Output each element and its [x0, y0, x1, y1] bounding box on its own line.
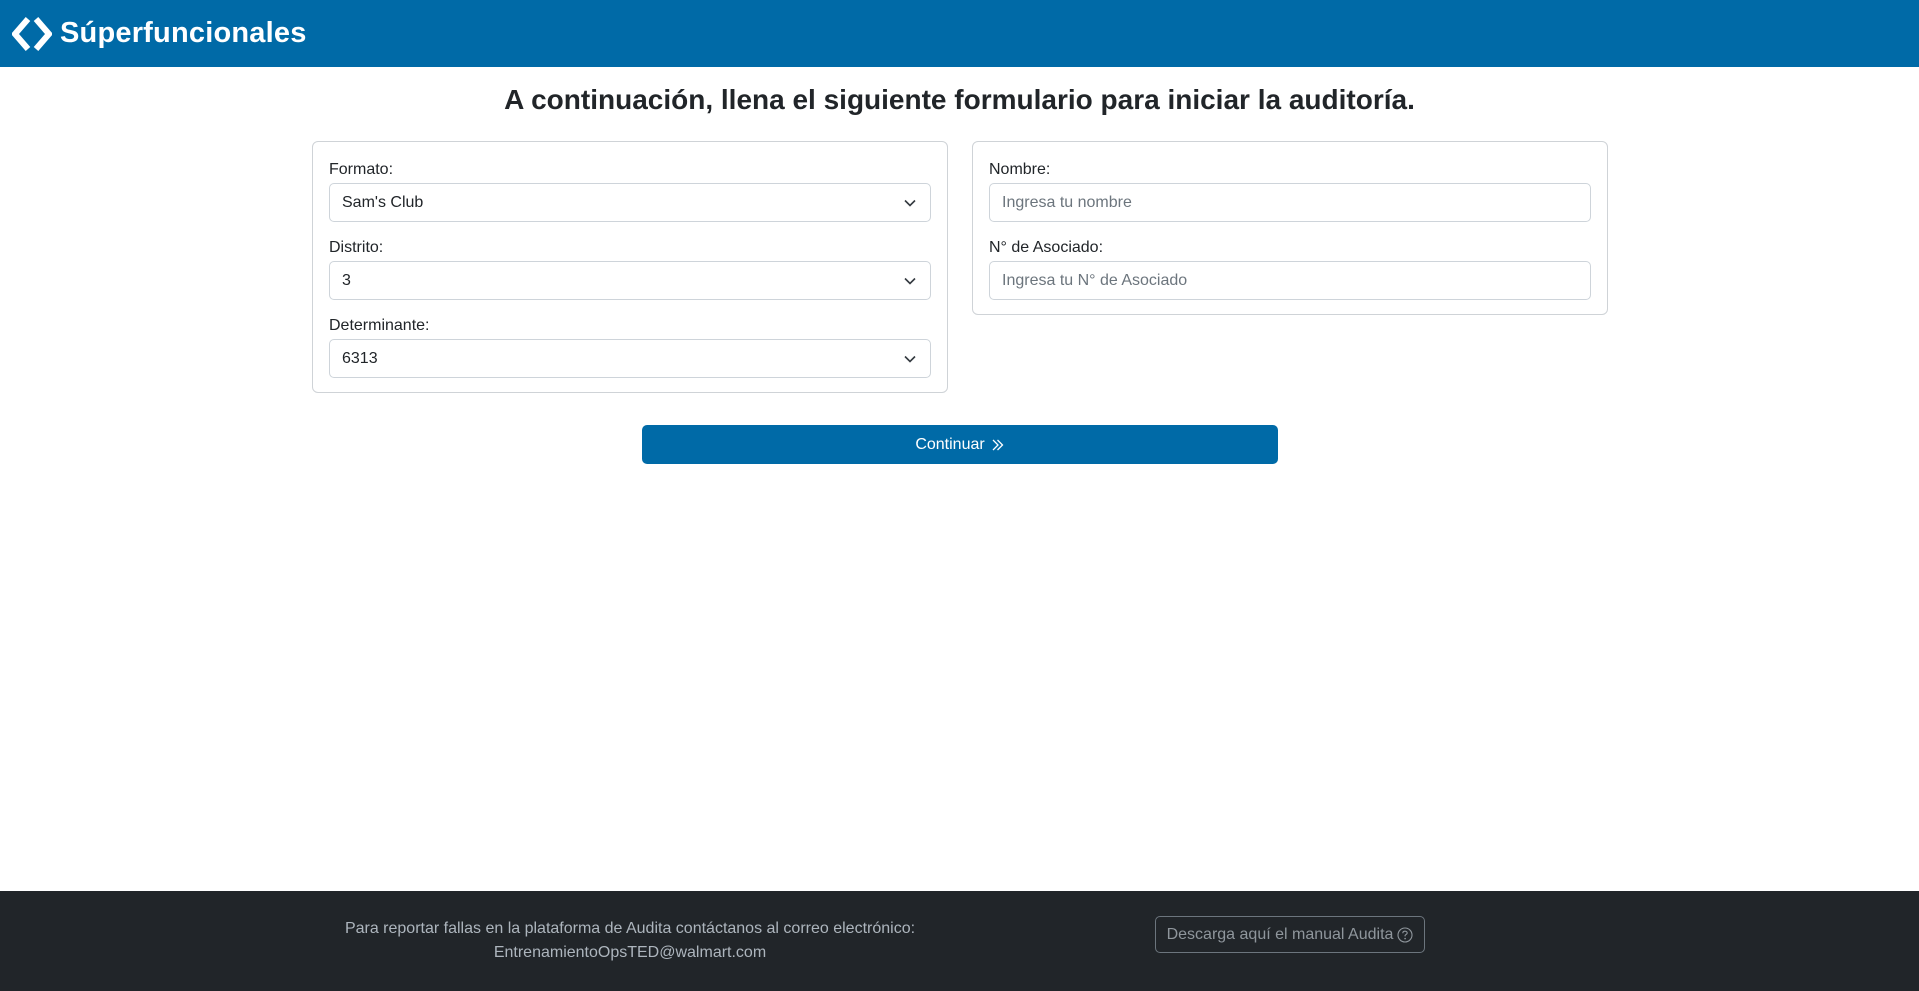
formato-select-value: Sam's Club: [342, 193, 424, 211]
store-info-card: Formato: Sam's Club Distrito: 3 Determin…: [312, 141, 948, 393]
determinante-select[interactable]: 6313: [329, 339, 931, 378]
associate-info-card: Nombre: Ingresa tu nombre N° de Asociado…: [972, 141, 1608, 315]
determinante-label: Determinante:: [329, 317, 430, 334]
top-navbar: Súperfuncionales: [0, 0, 1919, 67]
chevron-double-right-icon: [991, 438, 1005, 452]
formato-label: Formato:: [329, 161, 394, 178]
continue-button-label: Continuar: [915, 435, 985, 453]
nombre-input-placeholder: Ingresa tu nombre: [1002, 193, 1132, 211]
chevron-down-icon: [890, 184, 930, 221]
chevron-down-icon: [890, 262, 930, 299]
distrito-label: Distrito:: [329, 239, 384, 256]
distrito-select[interactable]: 3: [329, 261, 931, 300]
formato-select[interactable]: Sam's Club: [329, 183, 931, 222]
distrito-select-value: 3: [342, 271, 351, 289]
asociado-input-placeholder: Ingresa tu N° de Asociado: [1002, 271, 1188, 289]
chevron-down-icon: [890, 340, 930, 377]
footer-report-text: Para reportar fallas en la plataforma de…: [300, 917, 960, 965]
footer: Para reportar fallas en la plataforma de…: [0, 891, 1919, 991]
continue-button[interactable]: Continuar: [642, 425, 1278, 464]
brand[interactable]: Súperfuncionales: [12, 14, 307, 54]
asociado-input[interactable]: Ingresa tu N° de Asociado: [989, 261, 1591, 300]
nombre-label: Nombre:: [989, 161, 1051, 178]
determinante-select-value: 6313: [342, 349, 378, 367]
footer-report-message: Para reportar fallas en la plataforma de…: [344, 920, 916, 937]
asociado-label: N° de Asociado:: [989, 239, 1104, 256]
download-manual-button[interactable]: Descarga aquí el manual Audita: [1155, 916, 1425, 953]
question-circle-icon: [1397, 926, 1413, 943]
nombre-input[interactable]: Ingresa tu nombre: [989, 183, 1591, 222]
footer-email[interactable]: EntrenamientoOpsTED@walmart.com: [300, 941, 960, 965]
download-manual-label: Descarga aquí el manual Audita: [1166, 925, 1394, 943]
page-title: A continuación, llena el siguiente formu…: [504, 84, 1415, 115]
brand-name: Súperfuncionales: [60, 17, 307, 49]
brand-logo-icon: [12, 14, 52, 54]
